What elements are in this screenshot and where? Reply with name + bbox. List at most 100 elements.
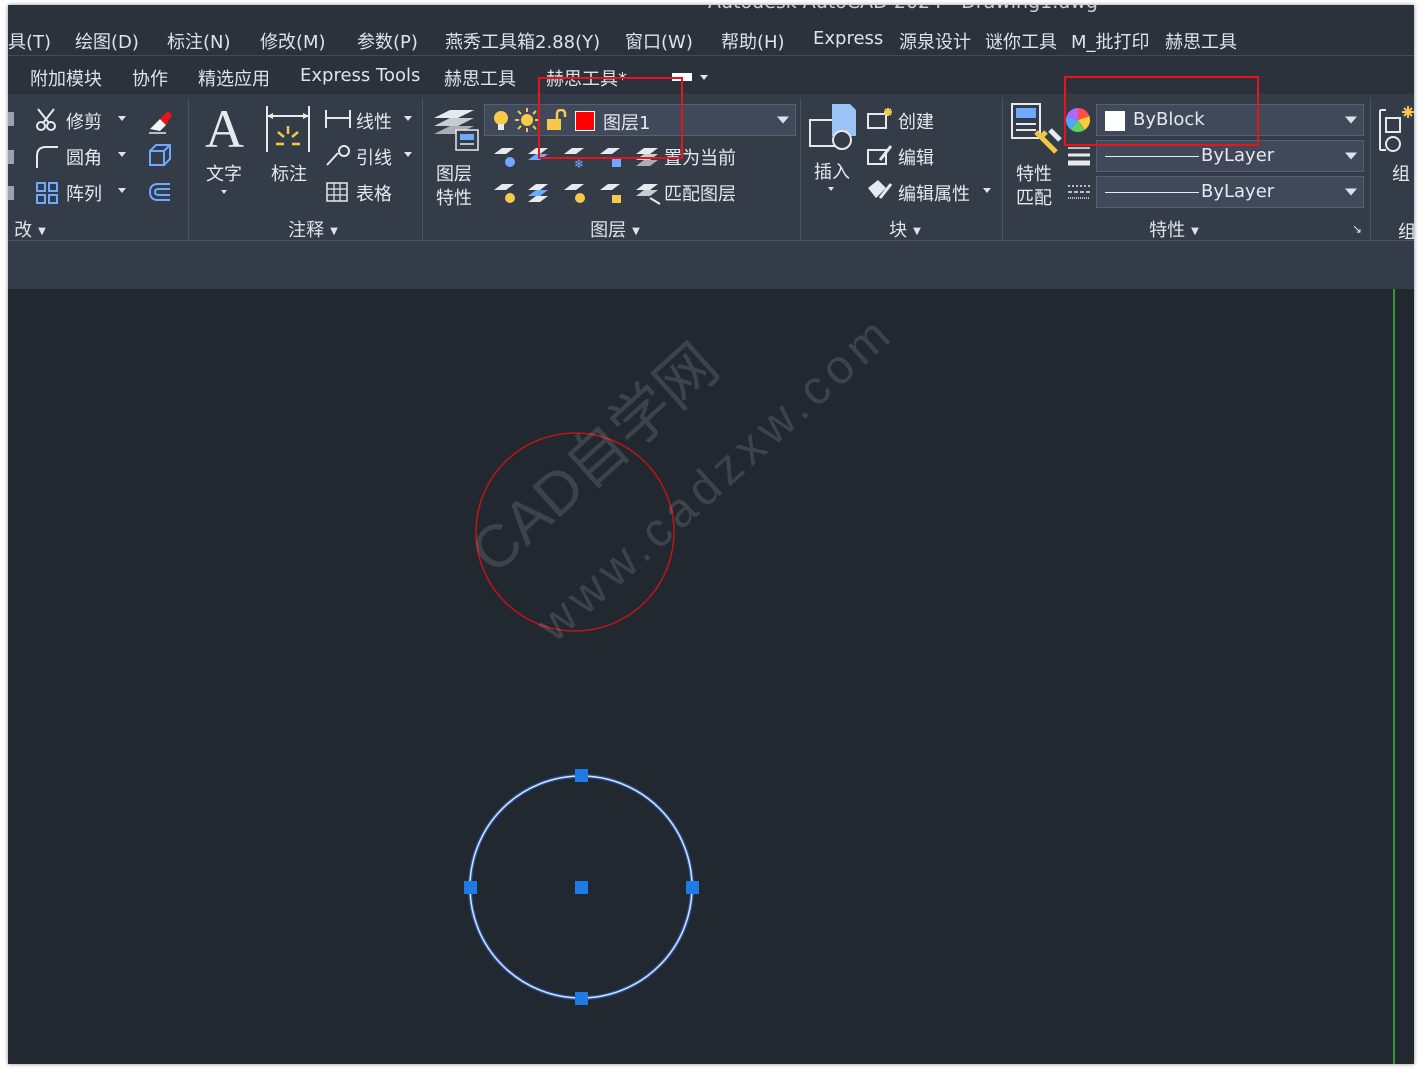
annotation-panel-title[interactable]: 注释 ▼ [196, 216, 430, 241]
menu-tools[interactable]: 具(T) [8, 28, 51, 54]
match-properties-label-2[interactable]: 匹配 [1016, 184, 1052, 210]
panel-separator [188, 98, 189, 240]
edit-block-icon[interactable] [866, 142, 894, 168]
grip-left[interactable] [464, 881, 477, 894]
insert-dropdown-arrow[interactable] [828, 187, 834, 191]
properties-panel-title[interactable]: 特性 ▼ [1010, 216, 1338, 241]
grip-top[interactable] [575, 769, 588, 782]
fillet-dropdown-arrow[interactable] [118, 152, 126, 157]
menu-express[interactable]: Express [813, 28, 883, 49]
drawing-objects [464, 289, 1395, 1064]
modify-panel-title[interactable]: 改 ▼ [8, 216, 52, 241]
dialog-launcher-icon[interactable]: ↘ [1352, 222, 1362, 236]
sun-icon[interactable] [515, 108, 539, 132]
chevron-down-icon[interactable] [1345, 116, 1357, 124]
chevron-down-icon[interactable] [1345, 152, 1357, 160]
line-preview [1105, 156, 1199, 157]
explode-icon[interactable] [146, 142, 174, 170]
edit-button[interactable]: 编辑 [898, 144, 934, 170]
leader-icon[interactable] [324, 144, 352, 168]
fillet-icon[interactable] [34, 144, 60, 170]
menu-draw[interactable]: 绘图(D) [75, 28, 139, 54]
chevron-down-icon[interactable] [700, 75, 708, 80]
tab-express-tools[interactable]: Express Tools [300, 65, 420, 86]
grip-bottom[interactable] [575, 992, 588, 1005]
dimension-button[interactable]: 标注 [271, 160, 307, 186]
erase-icon[interactable] [146, 107, 174, 135]
modify-partial-icons [8, 112, 14, 200]
menu-yuanquan[interactable]: 源泉设计 [899, 28, 971, 54]
panel-separator [800, 98, 801, 240]
create-block-icon[interactable] [866, 106, 894, 132]
layer-highlight-box [538, 77, 683, 159]
menu-help[interactable]: 帮助(H) [721, 28, 785, 54]
red-circle[interactable] [475, 432, 675, 632]
menu-yanxiu-toolbox[interactable]: 燕秀工具箱2.88(Y) [445, 28, 600, 54]
menu-batch-plot[interactable]: M_批打印 [1071, 28, 1150, 54]
tab-addons[interactable]: 附加模块 [30, 65, 102, 91]
match-layer-icon[interactable] [634, 180, 664, 206]
linear-dropdown-arrow[interactable] [404, 116, 412, 121]
linear-dimension-icon[interactable] [324, 108, 352, 130]
offset-icon[interactable] [146, 178, 174, 206]
array-button[interactable]: 阵列 [66, 180, 102, 206]
chevron-down-icon[interactable] [777, 116, 789, 124]
menu-modify[interactable]: 修改(M) [260, 28, 326, 54]
grip-center[interactable] [575, 881, 588, 894]
scissors-icon[interactable] [34, 107, 60, 133]
menu-mini-tools[interactable]: 谜你工具 [985, 28, 1057, 54]
menu-hesi-tools[interactable]: 赫思工具 [1165, 28, 1237, 54]
drawing-canvas[interactable] [8, 289, 1414, 1064]
group-icon[interactable] [1376, 104, 1414, 156]
array-dropdown-arrow[interactable] [118, 188, 126, 193]
title-bar: Autodesk AutoCAD 2024 - Drawing1.dwg [8, 5, 1414, 23]
linear-button[interactable]: 线性 [356, 108, 392, 134]
menu-parametric[interactable]: 参数(P) [357, 28, 418, 54]
fillet-button[interactable]: 圆角 [66, 144, 102, 170]
block-panel-title[interactable]: 块 ▼ [808, 216, 1002, 241]
panel-separator [1370, 98, 1371, 240]
lightbulb-icon[interactable] [491, 110, 511, 132]
array-icon[interactable] [34, 180, 60, 206]
edit-attributes-dropdown-arrow[interactable] [983, 188, 991, 193]
layer-off-icon[interactable] [492, 144, 520, 170]
layer-unlock-icon[interactable] [598, 180, 626, 206]
layer-unisolate-icon[interactable] [526, 180, 554, 206]
tab-hesi-tools[interactable]: 赫思工具 [444, 65, 516, 91]
layer-properties-label-1[interactable]: 图层 [436, 160, 472, 186]
layer-properties-icon[interactable] [430, 102, 482, 158]
linetype-dropdown[interactable]: ByLayer [1096, 176, 1364, 208]
table-icon[interactable] [324, 180, 350, 204]
edit-attributes-button[interactable]: 编辑属性 [898, 180, 970, 206]
grip-right[interactable] [686, 881, 699, 894]
menu-window[interactable]: 窗口(W) [625, 28, 693, 54]
menu-dimension[interactable]: 标注(N) [167, 28, 231, 54]
trim-button[interactable]: 修剪 [66, 108, 102, 134]
tab-featured-apps[interactable]: 精选应用 [198, 65, 270, 91]
trim-dropdown-arrow[interactable] [118, 116, 126, 121]
table-button[interactable]: 表格 [356, 180, 392, 206]
text-dropdown-arrow[interactable] [221, 190, 227, 194]
text-large-icon[interactable]: A [205, 98, 244, 160]
layer-on-icon[interactable] [492, 180, 520, 206]
insert-block-icon[interactable] [808, 102, 860, 154]
chevron-down-icon[interactable] [1345, 188, 1357, 196]
match-properties-label-1[interactable]: 特性 [1016, 160, 1052, 186]
insert-button[interactable]: 插入 [814, 158, 850, 184]
dimension-icon[interactable] [264, 104, 312, 154]
tab-collaborate[interactable]: 协作 [132, 65, 168, 91]
match-layer-button[interactable]: 匹配图层 [664, 180, 736, 206]
text-button[interactable]: 文字 [206, 160, 242, 186]
file-tab-strip [8, 241, 1414, 289]
leader-dropdown-arrow[interactable] [404, 152, 412, 157]
leader-button[interactable]: 引线 [356, 144, 392, 170]
lineweight-icon [1068, 147, 1090, 166]
layers-panel-title[interactable]: 图层 ▼ [430, 216, 800, 241]
layer-properties-label-2[interactable]: 特性 [436, 184, 472, 210]
create-button[interactable]: 创建 [898, 108, 934, 134]
match-properties-icon[interactable] [1010, 102, 1062, 154]
group-button[interactable]: 组 [1392, 160, 1410, 186]
edit-attributes-icon[interactable] [866, 178, 894, 204]
layer-thaw-icon[interactable] [562, 180, 590, 206]
line-preview [1105, 192, 1199, 193]
